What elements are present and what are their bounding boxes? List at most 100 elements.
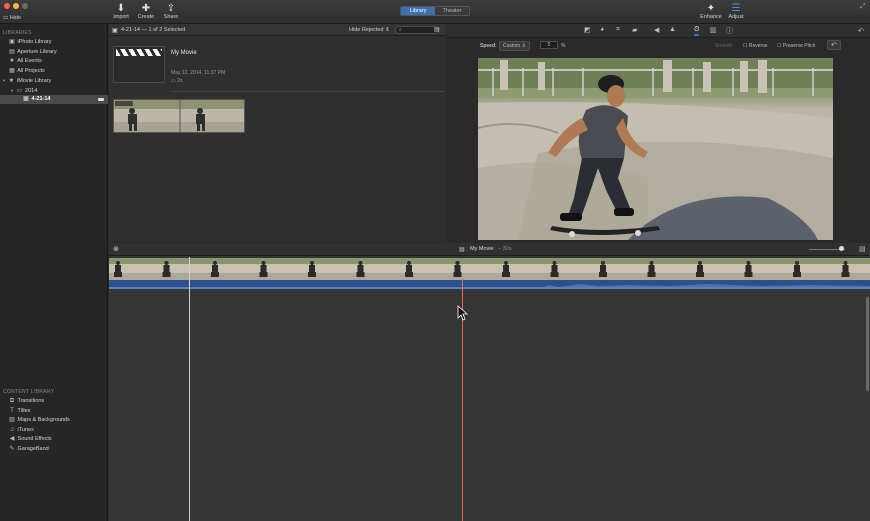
sidebar-item-aperture-library[interactable]: ▤ Aperture Library: [0, 48, 108, 57]
event-icon: ▣: [23, 96, 29, 102]
sidebar-item-maps-backgrounds[interactable]: ▨ Maps & Backgrounds: [0, 416, 108, 425]
viewer: ◩ ◕ ⌗ ▰ ◀ ▲ ⏲ ▥ ⓘ ↶ Speed: Custom ⇕ 5 % …: [447, 24, 870, 242]
sidebar-item-2014[interactable]: ▼ ▭ 2014: [0, 86, 108, 95]
guitar-icon: ✎: [9, 445, 15, 452]
sidebar-item-iphoto-library[interactable]: ▣ iPhoto Library: [0, 38, 108, 47]
updown-chevron-icon: ⇕: [521, 43, 526, 49]
reset-speed-button[interactable]: ↶: [827, 40, 841, 50]
enhance-label: Enhance: [700, 14, 722, 20]
event-browser: ▣ 4-21-14 — 1 of 2 Selected Hide Rejecte…: [109, 24, 446, 242]
sidebar-item-all-events[interactable]: ★ All Events: [0, 57, 108, 66]
video-clip-filmstrip[interactable]: [109, 258, 870, 280]
disclosure-triangle-icon[interactable]: ▼: [10, 88, 14, 93]
percent-label: %: [561, 43, 566, 49]
sidebar-item-titles[interactable]: T Titles: [0, 407, 108, 416]
event-clip[interactable]: [113, 99, 245, 133]
adjust-button[interactable]: ☰ Adjust: [726, 3, 746, 20]
reverse-checkbox[interactable]: ☐ Reverse: [743, 43, 768, 49]
sidebar-item-itunes[interactable]: ♫ iTunes: [0, 426, 108, 435]
disclosure-triangle-icon[interactable]: ▼: [2, 78, 6, 83]
speed-controls: Speed: Custom ⇕ 5 % Smooth ☐ Reverse ☐ P…: [447, 39, 870, 51]
search-field[interactable]: ⌕: [395, 26, 439, 34]
timeline-settings-icon[interactable]: ▤: [859, 245, 866, 253]
minimize-window-button[interactable]: [13, 3, 19, 9]
tab-library[interactable]: Library: [401, 7, 435, 15]
libraries-heading: LIBRARIES: [3, 30, 32, 36]
events-icon: ★: [9, 58, 15, 64]
fullscreen-icon[interactable]: ⤢: [860, 3, 866, 11]
stabilization-icon[interactable]: ▰: [632, 26, 637, 34]
project-duration: ▭ 2s: [171, 78, 182, 84]
smooth-checkbox[interactable]: Smooth: [715, 43, 732, 49]
noise-reduction-icon[interactable]: ▲: [669, 26, 676, 33]
close-window-button[interactable]: [4, 3, 10, 9]
speed-dropdown[interactable]: Custom ⇕: [499, 41, 530, 51]
zoom-window-button[interactable]: [22, 3, 28, 9]
share-button[interactable]: ⇪ Share: [162, 3, 180, 20]
selection-status: 4-21-14 — 1 of 2 Selected: [121, 27, 186, 33]
tab-theater[interactable]: Theater: [435, 7, 469, 15]
sidebar-item-label: Maps & Backgrounds: [17, 417, 70, 423]
sidebar-item-imovie-library[interactable]: ▼ ★ iMovie Library: [0, 76, 108, 85]
checkbox-icon: ☐: [743, 43, 748, 49]
sidebar-item-all-projects[interactable]: ▦ All Projects: [0, 67, 108, 76]
timeline: ⊗ ▤ My Movie – 30s ▤: [109, 243, 870, 521]
color-balance-icon[interactable]: ◩: [584, 26, 591, 34]
updown-chevron-icon: ⇕: [385, 27, 390, 33]
filmstrip-frames: [109, 258, 870, 280]
video-preview[interactable]: [478, 58, 833, 240]
create-button[interactable]: ✚ Create: [136, 3, 156, 20]
hide-libraries-button[interactable]: ▭ Hide: [3, 15, 21, 21]
speed-dropdown-value: Custom: [503, 43, 521, 49]
adjustments-toolbar: ◩ ◕ ⌗ ▰ ◀ ▲ ⏲ ▥ ⓘ ↶: [447, 24, 870, 38]
speed-percent-field[interactable]: 5: [540, 41, 558, 49]
waveform-graphic: [109, 284, 870, 289]
sidebar-item-label: iTunes: [17, 426, 34, 433]
enhance-button[interactable]: ✦ Enhance: [700, 3, 722, 20]
sidebar-item-garageband[interactable]: ✎ GarageBand: [0, 445, 108, 454]
info-icon[interactable]: ⓘ: [726, 26, 733, 36]
zoom-slider-knob[interactable]: [839, 246, 844, 251]
speed-icon[interactable]: ⏲: [694, 26, 700, 36]
sidebar-item-sound-effects[interactable]: ◀ Sound Effects: [0, 435, 108, 444]
close-timeline-icon[interactable]: ⊗: [113, 245, 119, 253]
reset-all-icon[interactable]: ↶: [858, 27, 864, 35]
filter-dropdown[interactable]: Hide Rejected ⇕: [349, 27, 390, 33]
project-title[interactable]: My Movie: [171, 50, 197, 56]
sidebar-item-event-4-21-14[interactable]: ▣ 4-21-14: [0, 95, 108, 104]
sidebar-item-label: Titles: [17, 407, 31, 414]
import-arrow-icon: ⬇: [116, 3, 126, 14]
timeline-project-duration: – 30s: [498, 246, 512, 252]
audio-waveform[interactable]: [109, 280, 870, 289]
project-date: May 12, 2014, 11:37 PM: [171, 70, 226, 76]
timeline-scrollbar[interactable]: [866, 297, 869, 391]
create-label: Create: [137, 14, 155, 20]
clip-appearance-icon[interactable]: ▤: [434, 26, 440, 33]
film-icon: ▭: [171, 78, 176, 84]
crop-icon[interactable]: ⌗: [616, 26, 620, 34]
plus-icon: ✚: [141, 3, 151, 14]
share-icon: ⇪: [166, 3, 176, 14]
volume-icon[interactable]: ◀: [654, 26, 659, 34]
import-button[interactable]: ⬇ Import: [112, 3, 130, 20]
projects-icon: ▦: [9, 67, 15, 74]
mouse-pointer-icon: [457, 305, 469, 321]
clapperboard-icon: [116, 49, 162, 56]
timeline-header: ⊗ ▤ My Movie – 30s ▤: [109, 243, 870, 256]
sidebar-item-label: 2014: [25, 87, 38, 94]
sidebar-item-transitions[interactable]: ⧉ Transitions: [0, 397, 108, 406]
share-label: Share: [163, 14, 179, 20]
library-theater-switch: Library Theater: [400, 6, 470, 16]
color-correction-icon[interactable]: ◕: [600, 26, 604, 33]
hide-label: Hide: [9, 15, 22, 21]
search-icon: ⌕: [399, 27, 402, 33]
sidebar-item-label: All Projects: [17, 67, 45, 74]
divider: [171, 91, 444, 92]
transitions-icon: ⧉: [9, 398, 15, 404]
preserve-pitch-checkbox[interactable]: ☐ Preserve Pitch: [777, 43, 815, 49]
clip-filter-icon[interactable]: ▥: [710, 26, 717, 34]
music-note-icon: ♫: [9, 426, 15, 433]
adjust-label: Adjust: [728, 14, 744, 20]
project-thumbnail[interactable]: [113, 46, 165, 83]
speed-label: Speed:: [480, 43, 497, 49]
